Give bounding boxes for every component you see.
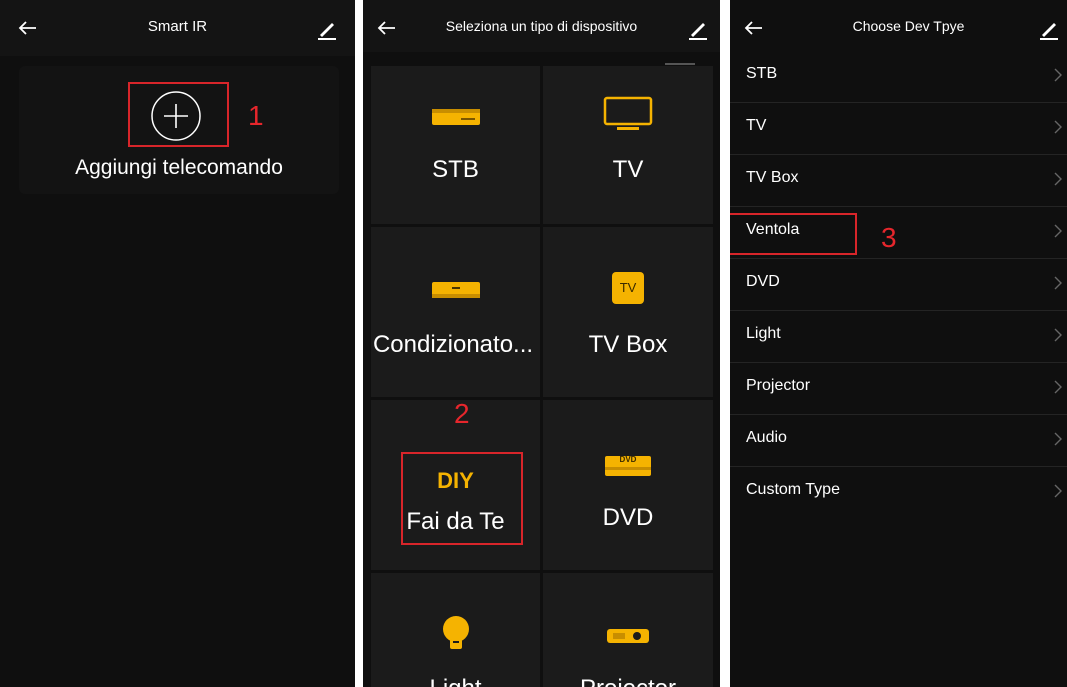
device-cell-label: Light [371,675,540,687]
device-type-item-custom-type[interactable]: Custom Type [730,466,1067,518]
dvd-icon-text: DVD [619,455,637,464]
device-type-item-projector[interactable]: Projector [730,362,1067,415]
smart-ir-screen: Smart IR Aggiungi telecomando 1 [0,0,355,687]
step-number: 2 [454,398,470,429]
chevron-right-icon [1054,172,1062,186]
add-remote-label: Aggiungi telecomando [75,156,283,179]
device-type-label: DVD [746,273,780,290]
device-cell-tv[interactable]: TV [543,66,713,224]
device-cell-label: STB [432,156,479,183]
edit-icon[interactable] [1035,14,1063,42]
chevron-right-icon [1054,432,1062,446]
annotation-box [730,213,857,255]
page-title: Choose Dev Tpye [852,18,965,34]
annotation-box [401,452,523,545]
device-type-item-audio[interactable]: Audio [730,414,1067,467]
edit-icon[interactable] [684,14,712,42]
annotation-box [128,82,229,147]
choose-device-list-screen: Choose Dev Tpye STB TV TV Box Ventola DV… [730,0,1067,687]
step-number: 3 [881,222,897,253]
device-type-label: STB [746,65,778,82]
device-cell-label: TV [612,156,644,183]
chevron-right-icon [1054,484,1062,498]
device-cell-dvd[interactable]: DVD DVD [543,400,713,570]
device-type-label: Custom Type [746,481,840,498]
stb-icon [431,109,480,125]
back-arrow-icon[interactable] [373,14,401,42]
device-type-label: Light [746,325,781,342]
device-type-label: Projector [746,377,811,394]
device-type-label: TV Box [746,169,799,186]
header: Smart IR [0,0,355,56]
page-title: Seleziona un tipo di dispositivo [445,18,638,34]
device-type-label: TV [746,117,767,134]
header: Seleziona un tipo di dispositivo [363,0,720,52]
light-bulb-icon [442,616,469,649]
tv-icon [603,96,653,130]
chevron-right-icon [1054,276,1062,290]
scroll-indicator [665,63,695,65]
device-type-item-tv[interactable]: TV [730,102,1067,155]
device-type-item-light[interactable]: Light [730,310,1067,363]
header: Choose Dev Tpye [730,0,1067,52]
device-cell-air-conditioner[interactable]: Condizionato... [371,227,540,397]
device-cell-label: TV Box [588,331,668,358]
edit-icon[interactable] [313,14,341,42]
device-cell-tv-box[interactable]: TV TV Box [543,227,713,397]
device-cell-label: Condizionato... [372,331,534,358]
chevron-right-icon [1054,68,1062,82]
projector-icon [607,629,649,643]
air-conditioner-icon [431,282,480,298]
step-number: 1 [248,100,264,131]
device-cell-label: Projector [543,675,713,687]
device-type-item-dvd[interactable]: DVD [730,258,1067,311]
device-cell-stb[interactable]: STB [371,66,540,224]
device-cell-light[interactable]: Light [371,573,540,687]
device-type-item-tv-box[interactable]: TV Box [730,154,1067,207]
chevron-right-icon [1054,224,1062,238]
chevron-right-icon [1054,120,1062,134]
device-type-item-stb[interactable]: STB [730,50,1067,103]
chevron-right-icon [1054,328,1062,342]
page-title: Smart IR [147,18,208,35]
chevron-right-icon [1054,380,1062,394]
tv-box-icon-text: TV [619,280,637,295]
device-type-label: Audio [746,429,787,446]
device-type-grid-screen: Seleziona un tipo di dispositivo STB TV … [363,0,720,687]
device-cell-label: DVD [602,504,654,531]
device-cell-projector[interactable]: Projector [543,573,713,687]
